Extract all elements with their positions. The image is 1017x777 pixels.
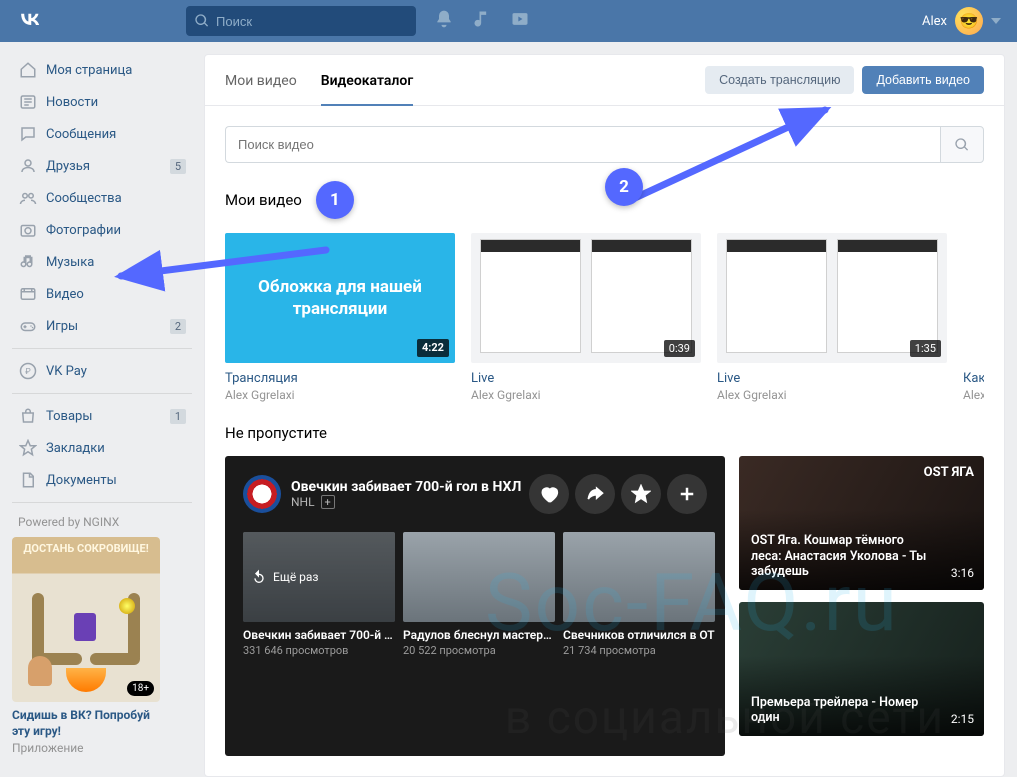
create-stream-button[interactable]: Создать трансляцию bbox=[705, 66, 854, 94]
music-icon bbox=[18, 252, 38, 272]
avatar: 😎 bbox=[955, 7, 983, 35]
nhl-logo-icon bbox=[243, 475, 281, 513]
market-icon bbox=[18, 406, 38, 426]
username: Alex bbox=[922, 14, 947, 29]
sidebar-item[interactable]: Документы bbox=[12, 464, 192, 496]
video-card[interactable]: Обложка для нашей трансляции4:22Трансляц… bbox=[225, 233, 455, 402]
side-video-card[interactable]: Премьера трейлера - Номер один2:15 bbox=[739, 602, 984, 736]
clip-card[interactable]: Свечников отличился в ОТ21 734 просмотра bbox=[563, 532, 715, 657]
badge: 5 bbox=[170, 159, 186, 174]
video-card[interactable]: 1:35LiveAlex Ggrelaxi bbox=[717, 233, 947, 402]
messages-icon bbox=[18, 124, 38, 144]
favorite-button[interactable] bbox=[621, 474, 661, 514]
featured-video-panel[interactable]: Овечкин забивает 700-й гол в НХЛ NHL+ Ещ… bbox=[225, 456, 725, 756]
sidebar-item-vkpay[interactable]: ₽ VK Pay bbox=[12, 355, 192, 387]
section-dont-miss-title: Не пропустите bbox=[225, 424, 327, 442]
badge: 2 bbox=[170, 319, 186, 334]
video-card[interactable]: SocВидеоМастер скринКак сделаAlex Ggrela… bbox=[963, 233, 984, 402]
svg-text:₽: ₽ bbox=[25, 367, 31, 377]
news-icon bbox=[18, 92, 38, 112]
sidebar-item[interactable]: Видео bbox=[12, 278, 192, 310]
groups-icon bbox=[18, 188, 38, 208]
add-button[interactable] bbox=[667, 474, 707, 514]
sidebar-item[interactable]: Сообщества bbox=[12, 182, 192, 214]
photos-icon bbox=[18, 220, 38, 240]
music-icon[interactable] bbox=[472, 9, 492, 33]
friends-icon bbox=[18, 156, 38, 176]
global-search[interactable] bbox=[186, 6, 416, 36]
games-icon bbox=[18, 316, 38, 336]
user-menu[interactable]: Alex 😎 bbox=[922, 7, 1001, 35]
tab-my-videos[interactable]: Мои видео bbox=[225, 55, 297, 105]
sidebar-item[interactable]: Фотографии bbox=[12, 214, 192, 246]
side-video-card[interactable]: OST ЯГАOST Яга. Кошмар тёмного леса: Ана… bbox=[739, 456, 984, 590]
powered-by-label: Powered by NGINX bbox=[18, 515, 192, 529]
search-icon bbox=[954, 137, 970, 153]
sidebar-item[interactable]: Новости bbox=[12, 86, 192, 118]
replay-button[interactable]: Ещё раз bbox=[251, 569, 319, 585]
chevron-down-icon bbox=[991, 16, 1001, 26]
docs-icon bbox=[18, 470, 38, 490]
vk-logo-icon[interactable] bbox=[16, 5, 44, 37]
sidebar-item[interactable]: Товары1 bbox=[12, 400, 192, 432]
share-button[interactable] bbox=[575, 474, 615, 514]
video-card[interactable]: 0:39LiveAlex Ggrelaxi bbox=[471, 233, 701, 402]
section-my-videos-title: Мои видео bbox=[225, 191, 302, 209]
subscribe-plus-icon[interactable]: + bbox=[321, 495, 335, 509]
video-icon bbox=[18, 284, 38, 304]
clip-card[interactable]: Радулов блеснул мастерс…20 522 просмотра bbox=[403, 532, 555, 657]
global-search-input[interactable] bbox=[216, 14, 408, 29]
age-badge: 18+ bbox=[127, 681, 154, 696]
video-search-input[interactable] bbox=[225, 126, 940, 163]
sidebar-item[interactable]: Музыка bbox=[12, 246, 192, 278]
badge: 1 bbox=[170, 409, 186, 424]
like-button[interactable] bbox=[529, 474, 569, 514]
annotation-badge-2: 2 bbox=[605, 168, 643, 206]
clip-card[interactable]: Ещё разОвечкин забивает 700-й г…331 646 … bbox=[243, 532, 395, 657]
sidebar-ad[interactable]: ДОСТАНЬ СОКРОВИЩЕ! 18+ Сидишь в ВК? Попр… bbox=[12, 537, 160, 755]
video-icon[interactable] bbox=[510, 9, 530, 33]
annotation-badge-1: 1 bbox=[316, 181, 354, 219]
home-icon bbox=[18, 60, 38, 80]
sidebar-item[interactable]: Сообщения bbox=[12, 118, 192, 150]
sidebar-item[interactable]: Друзья5 bbox=[12, 150, 192, 182]
bookmark-icon bbox=[18, 438, 38, 458]
sidebar-item[interactable]: Закладки bbox=[12, 432, 192, 464]
tab-video-catalog[interactable]: Видеокаталог bbox=[321, 55, 414, 105]
notifications-icon[interactable] bbox=[434, 9, 454, 33]
sidebar-item[interactable]: Моя страница bbox=[12, 54, 192, 86]
add-video-button[interactable]: Добавить видео bbox=[862, 66, 984, 94]
sidebar-item[interactable]: Игры2 bbox=[12, 310, 192, 342]
ruble-icon: ₽ bbox=[18, 361, 38, 381]
video-search-button[interactable] bbox=[940, 126, 984, 163]
search-icon bbox=[194, 13, 210, 29]
